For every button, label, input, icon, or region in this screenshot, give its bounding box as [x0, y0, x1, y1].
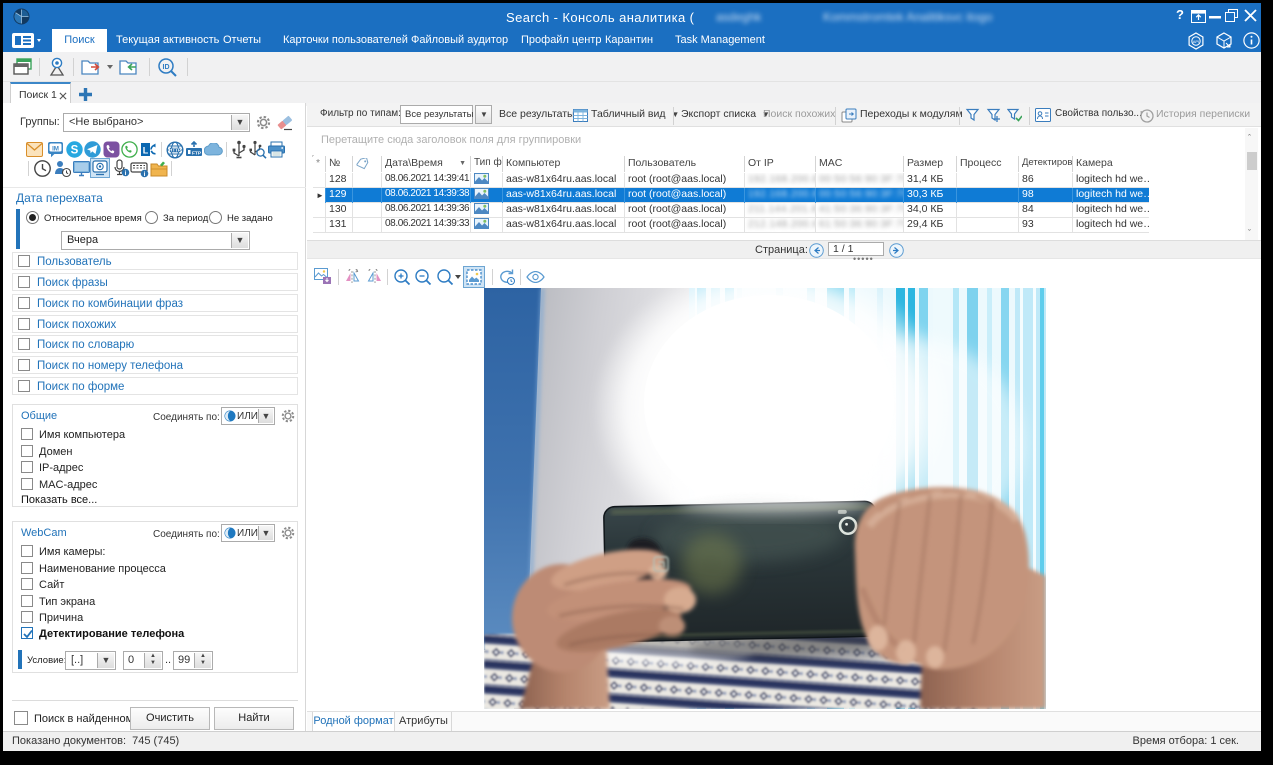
svg-text:IM: IM [52, 145, 59, 152]
svg-text:S: S [71, 145, 79, 157]
svg-text:FTP: FTP [192, 150, 202, 156]
svg-text:L: L [143, 146, 149, 156]
svg-text:API: API [1193, 39, 1199, 44]
svg-text:i: i [125, 170, 127, 177]
svg-text:i: i [144, 171, 146, 178]
svg-text:ID: ID [163, 64, 170, 71]
svg-text:HTTP: HTTP [169, 148, 181, 153]
